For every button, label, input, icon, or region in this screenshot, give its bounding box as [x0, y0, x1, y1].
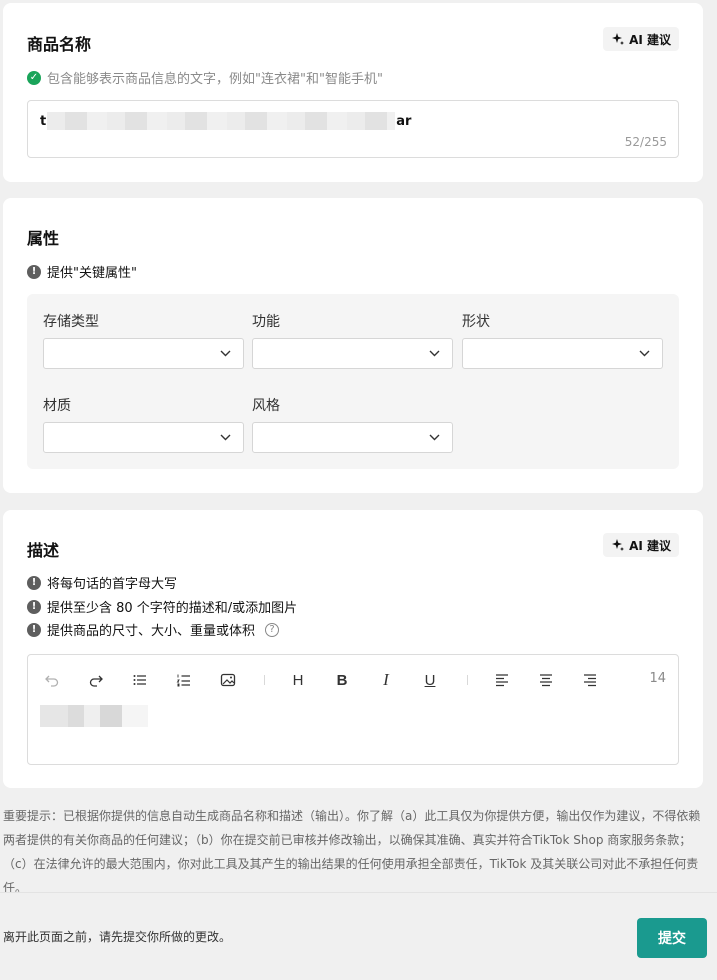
align-left-button[interactable] [493, 671, 511, 689]
submit-button[interactable]: 提交 [637, 918, 707, 958]
style-select[interactable] [252, 422, 453, 453]
description-editor[interactable]: H B I U 14 [27, 654, 679, 765]
insert-image-button[interactable] [219, 671, 237, 689]
attr-label-storage-type: 存储类型 [43, 314, 99, 330]
align-right-button[interactable] [581, 671, 599, 689]
description-hint-text: 提供商品的尺寸、大小、重量或体积 [47, 624, 256, 639]
shape-select[interactable] [462, 338, 663, 369]
underline-button[interactable]: U [421, 671, 439, 689]
material-select[interactable] [43, 422, 244, 453]
product-name-counter: 52/255 [624, 135, 667, 149]
numbered-list-icon [176, 674, 190, 687]
product-name-value-end: ar [396, 113, 412, 129]
attr-label-shape: 形状 [462, 314, 490, 330]
product-name-hint-text: 包含能够表示商品信息的文字，例如"连衣裙"和"智能手机" [47, 72, 383, 87]
product-name-value: t ar [40, 112, 411, 130]
chevron-down-icon [429, 434, 440, 441]
align-left-icon [496, 674, 508, 687]
chevron-down-icon [220, 434, 231, 441]
align-center-icon [540, 674, 552, 687]
attributes-panel: 存储类型 功能 形状 材质 风格 [27, 294, 679, 469]
description-char-count: 14 [649, 671, 666, 686]
attributes-hint-text: 提供"关键属性" [47, 266, 137, 281]
ai-button-label: AI 建议 [629, 32, 671, 47]
footer-note: 离开此页面之前，请先提交你所做的更改。 [3, 930, 232, 944]
description-title: 描述 [27, 541, 60, 560]
product-name-card: 商品名称 AI 建议 ✓ 包含能够表示商品信息的文字，例如"连衣裙"和"智能手机… [3, 3, 703, 182]
italic-button[interactable]: I [377, 670, 395, 689]
numbered-list-button[interactable] [175, 671, 193, 689]
function-select[interactable] [252, 338, 453, 369]
undo-button[interactable] [43, 671, 61, 689]
align-right-icon [584, 674, 596, 687]
chevron-down-icon [429, 350, 440, 357]
product-name-value-start: t [40, 113, 47, 129]
description-hint-1: ! 将每句话的首字母大写 [27, 573, 177, 592]
question-circle-icon[interactable]: ? [265, 622, 280, 637]
attr-label-style: 风格 [252, 398, 280, 414]
disclaimer-text: 重要提示：已根据你提供的信息自动生成商品名称和描述（输出）。你了解（a）此工具仅… [3, 809, 701, 895]
chevron-down-icon [220, 350, 231, 357]
check-icon: ✓ [27, 70, 41, 85]
chevron-down-icon [639, 350, 650, 357]
attributes-title: 属性 [27, 229, 60, 248]
warning-icon: ! [27, 264, 41, 279]
description-hint-3: ! 提供商品的尺寸、大小、重量或体积 ? [27, 620, 280, 639]
ai-button-label: AI 建议 [629, 538, 671, 553]
attr-label-function: 功能 [252, 314, 280, 330]
description-hint-text: 将每句话的首字母大写 [47, 577, 178, 592]
warning-icon: ! [27, 622, 41, 637]
align-center-button[interactable] [537, 671, 555, 689]
storage-type-select[interactable] [43, 338, 244, 369]
bullet-list-icon [133, 675, 146, 685]
product-name-input[interactable]: t ar 52/255 [27, 100, 679, 158]
undo-icon [45, 675, 59, 687]
bullet-list-button[interactable] [131, 671, 149, 689]
description-hint-text: 提供至少含 80 个字符的描述和/或添加图片 [47, 601, 298, 616]
sparkle-icon [612, 33, 625, 45]
footer-bar: 离开此页面之前，请先提交你所做的更改。 提交 [0, 892, 717, 980]
redo-button[interactable] [87, 671, 105, 689]
heading-button[interactable]: H [289, 671, 307, 689]
description-card: 描述 AI 建议 ! 将每句话的首字母大写 ! 提供至少含 80 个字符的描述和… [3, 510, 703, 788]
description-hint-2: ! 提供至少含 80 个字符的描述和/或添加图片 [27, 597, 297, 616]
warning-icon: ! [27, 575, 41, 590]
redo-icon [89, 675, 103, 687]
warning-icon: ! [27, 599, 41, 614]
product-name-hint: ✓ 包含能够表示商品信息的文字，例如"连衣裙"和"智能手机" [27, 68, 383, 87]
attr-label-material: 材质 [43, 398, 71, 414]
toolbar-divider [467, 675, 468, 685]
image-icon [220, 673, 236, 687]
product-name-ai-button[interactable]: AI 建议 [603, 27, 679, 51]
product-name-title: 商品名称 [27, 35, 92, 54]
toolbar-divider [264, 675, 265, 685]
attributes-card: 属性 ! 提供"关键属性" 存储类型 功能 形状 材质 风格 [3, 198, 703, 493]
redacted-text [47, 112, 396, 130]
bold-button[interactable]: B [333, 671, 351, 689]
redacted-text [40, 705, 148, 727]
sparkle-icon [612, 539, 625, 551]
description-ai-button[interactable]: AI 建议 [603, 533, 679, 557]
attributes-hint: ! 提供"关键属性" [27, 262, 137, 281]
